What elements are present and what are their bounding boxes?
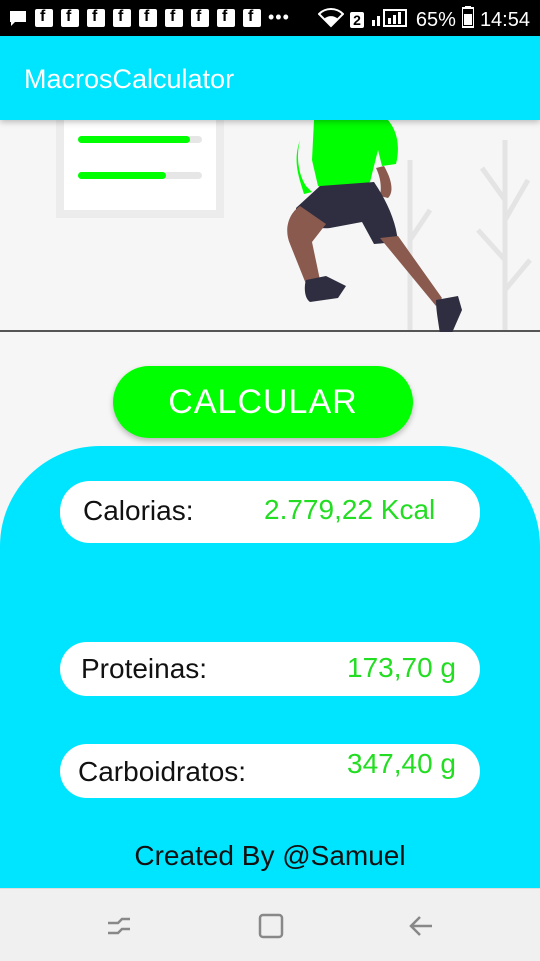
facebook-icon	[60, 8, 80, 28]
facebook-icon	[164, 8, 184, 28]
wifi-icon	[317, 6, 345, 34]
facebook-icon	[138, 8, 158, 28]
navigation-bar	[0, 888, 540, 961]
facebook-icon	[216, 8, 236, 28]
facebook-icon	[242, 8, 262, 28]
status-bar: ••• 2 65% 14:54	[0, 0, 540, 36]
facebook-icon	[34, 8, 54, 28]
calories-label: Calorias:	[83, 495, 194, 526]
app-bar: MacrosCalculator	[0, 36, 540, 120]
clock: 14:54	[479, 8, 530, 31]
facebook-icon	[112, 8, 132, 28]
recent-apps-icon[interactable]	[104, 911, 134, 941]
signal-icon	[370, 6, 410, 34]
calculate-button[interactable]: CALCULAR	[113, 366, 413, 438]
proteins-row: Proteinas: 173,70 g	[60, 642, 480, 696]
wifi-badge: 2	[350, 12, 364, 28]
more-dots-icon: •••	[268, 7, 290, 27]
carbs-value: 347,40 g	[347, 748, 456, 779]
credit-text: Created By @Samuel	[134, 840, 406, 871]
home-icon[interactable]	[256, 911, 286, 941]
app-title: MacrosCalculator	[24, 64, 235, 94]
message-icon	[8, 8, 28, 28]
carbs-label: Carboidratos:	[78, 756, 247, 787]
battery-icon	[460, 6, 475, 34]
results-panel: Calorias: 2.779,22 Kcal Proteinas: 173,7…	[0, 446, 540, 888]
running-person-illustration	[0, 120, 540, 332]
calories-row: Calorias: 2.779,22 Kcal	[60, 481, 480, 543]
back-icon[interactable]	[406, 911, 436, 941]
system-status: 2 65% 14:54	[317, 6, 530, 34]
facebook-icon	[190, 8, 210, 28]
facebook-icon	[86, 8, 106, 28]
carbs-row: Carboidratos: 347,40 g	[60, 744, 480, 798]
calories-value: 2.779,22 Kcal	[264, 494, 436, 525]
proteins-value: 173,70 g	[347, 652, 456, 683]
battery-percent: 65%	[415, 8, 456, 31]
proteins-label: Proteinas:	[81, 653, 208, 684]
notification-icons: •••	[8, 7, 290, 28]
